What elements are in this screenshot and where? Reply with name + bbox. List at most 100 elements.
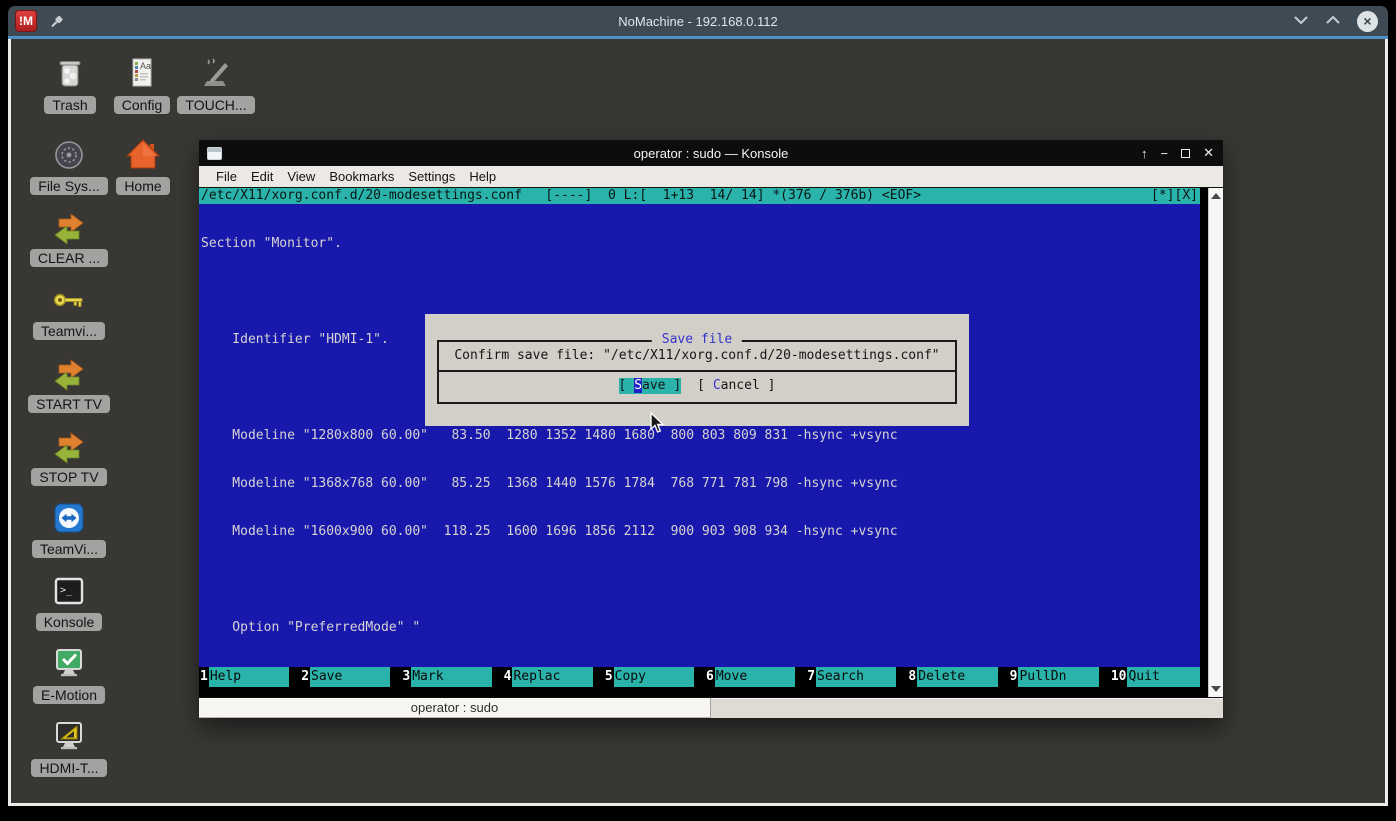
desktop-icon-label: TOUCH...: [177, 96, 254, 114]
desktop-icon-start-tv[interactable]: START TV: [27, 354, 111, 413]
desktop-icon-touch[interactable]: TOUCH...: [174, 55, 258, 114]
touch-calibration-icon: [197, 55, 235, 93]
menu-help[interactable]: Help: [462, 168, 503, 185]
desktop-icon-label: CLEAR ...: [30, 249, 108, 267]
svg-text:>_: >_: [60, 585, 73, 596]
nomachine-window: !M NoMachine - 192.168.0.112 ×: [8, 6, 1388, 806]
function-key-bar: 1Help 2Save 3Mark 4Replac 5Copy 6Move 7S…: [199, 667, 1200, 687]
script-arrows-icon: [50, 208, 88, 246]
desktop-icon-label: Konsole: [36, 613, 103, 631]
desktop-icon-home[interactable]: Home: [101, 136, 185, 195]
desktop-icon-label: TeamVi...: [32, 540, 106, 558]
svg-text:Aa: Aa: [140, 61, 151, 71]
key-icon: [50, 281, 88, 319]
save-hotkey: S: [634, 378, 642, 393]
desktop-icon-teamviewer-key[interactable]: Teamvi...: [27, 281, 111, 340]
terminal-scrollbar[interactable]: [1208, 188, 1223, 697]
editor-line: Modeline "1280x800 60.00" 83.50 1280 135…: [201, 428, 1200, 444]
scroll-down-icon[interactable]: [1211, 686, 1221, 692]
fkey-delete[interactable]: 8Delete: [907, 667, 997, 687]
minimize-icon[interactable]: −: [1161, 146, 1169, 161]
close-icon[interactable]: ✕: [1203, 145, 1214, 161]
desktop-icon-konsole[interactable]: >_ Konsole: [27, 572, 111, 631]
desktop-icon-label: HDMI-T...: [31, 759, 106, 777]
desktop-icon-label: File Sys...: [30, 177, 107, 195]
script-arrows-icon: [50, 354, 88, 392]
desktop-icon-label: Teamvi...: [33, 322, 105, 340]
chevron-up-icon[interactable]: [1325, 12, 1341, 30]
maximize-icon[interactable]: [1181, 149, 1190, 158]
nomachine-close-button[interactable]: ×: [1357, 11, 1378, 32]
home-icon: [124, 136, 162, 174]
menu-file[interactable]: File: [209, 168, 244, 185]
scroll-up-icon[interactable]: [1211, 193, 1221, 199]
fkey-quit[interactable]: 10Quit: [1110, 667, 1200, 687]
desktop-icon-stop-tv[interactable]: STOP TV: [27, 427, 111, 486]
editor-text[interactable]: Section "Monitor". Identifier "HDMI-1". …: [199, 204, 1200, 667]
editor-line: Option "PreferredMode" ": [201, 620, 1200, 636]
desktop-icon-filesystem[interactable]: File Sys...: [27, 136, 111, 195]
fkey-help[interactable]: 1Help: [199, 667, 289, 687]
desktop-icon-label: STOP TV: [31, 468, 106, 486]
trash-icon: [51, 55, 89, 93]
nomachine-title: NoMachine - 192.168.0.112: [8, 14, 1388, 29]
tab-operator-sudo[interactable]: operator : sudo: [199, 698, 711, 718]
editor-line: [201, 284, 1200, 300]
terminal-area: /etc/X11/xorg.conf.d/20-modesettings.con…: [199, 188, 1223, 697]
editor-window-buttons[interactable]: [*][X]: [1151, 188, 1198, 204]
desktop-icon-hdmi-touch[interactable]: HDMI-T...: [27, 718, 111, 777]
fkey-copy[interactable]: 5Copy: [604, 667, 694, 687]
save-button[interactable]: [ Save ]: [619, 378, 682, 394]
file-system-icon: [50, 136, 88, 174]
editor-line: Modeline "1600x900 60.00" 118.25 1600 16…: [201, 524, 1200, 540]
editor-line: [201, 572, 1200, 588]
fkey-search[interactable]: 7Search: [806, 667, 896, 687]
save-file-dialog: Save file Confirm save file: "/etc/X11/x…: [425, 314, 969, 426]
desktop-icon-clear[interactable]: CLEAR ...: [27, 208, 111, 267]
desktop-icon-e-motion[interactable]: E-Motion: [27, 645, 111, 704]
menu-edit[interactable]: Edit: [244, 168, 280, 185]
pin-icon[interactable]: [49, 14, 64, 29]
desktop-icon-config[interactable]: Aa Config: [100, 55, 184, 114]
mcedit-editor[interactable]: /etc/X11/xorg.conf.d/20-modesettings.con…: [199, 188, 1200, 697]
fkey-mark[interactable]: 3Mark: [401, 667, 491, 687]
konsole-tabbar: operator : sudo: [199, 697, 1223, 718]
menu-settings[interactable]: Settings: [401, 168, 462, 185]
desktop-icon-label: START TV: [28, 395, 110, 413]
desktop-icon-label: Trash: [44, 96, 95, 114]
desktop-icon-teamviewer[interactable]: TeamVi...: [27, 499, 111, 558]
editor-line: Modeline "1368x768 60.00" 85.25 1368 144…: [201, 476, 1200, 492]
tabbar-empty-area[interactable]: [711, 698, 1223, 718]
dialog-title: Save file: [652, 332, 742, 348]
konsole-icon: >_: [50, 572, 88, 610]
monitor-check-icon: [50, 645, 88, 683]
fkey-pulldn[interactable]: 9PullDn: [1009, 667, 1099, 687]
fkey-save[interactable]: 2Save: [300, 667, 390, 687]
mouse-cursor: [649, 412, 665, 439]
desktop-icon-label: Config: [114, 96, 170, 114]
desktop-icon-label: E-Motion: [33, 686, 105, 704]
konsole-menubar: File Edit View Bookmarks Settings Help: [199, 166, 1223, 188]
script-arrows-icon: [50, 427, 88, 465]
nomachine-logo-icon[interactable]: !M: [15, 10, 37, 32]
menu-view[interactable]: View: [280, 168, 322, 185]
editor-file-status: /etc/X11/xorg.conf.d/20-modesettings.con…: [201, 188, 921, 204]
teamviewer-icon: [50, 499, 88, 537]
cancel-hotkey: C: [713, 378, 721, 393]
desktop[interactable]: Trash Aa Config: [8, 39, 1388, 806]
editor-status-bar: /etc/X11/xorg.conf.d/20-modesettings.con…: [199, 188, 1200, 204]
keep-above-icon[interactable]: ↑: [1141, 146, 1148, 161]
monitor-triangle-icon: [50, 718, 88, 756]
fkey-replace[interactable]: 4Replac: [503, 667, 593, 687]
menu-bookmarks[interactable]: Bookmarks: [322, 168, 401, 185]
konsole-window: operator : sudo — Konsole ↑ − ✕ File Edi…: [199, 140, 1223, 718]
cancel-button[interactable]: [ Cancel ]: [697, 378, 775, 394]
desktop-icon-label: Home: [116, 177, 169, 195]
editor-line: Section "Monitor".: [201, 236, 1200, 252]
config-file-icon: Aa: [123, 55, 161, 93]
chevron-down-icon[interactable]: [1293, 12, 1309, 30]
fkey-move[interactable]: 6Move: [705, 667, 795, 687]
nomachine-titlebar[interactable]: !M NoMachine - 192.168.0.112 ×: [8, 6, 1388, 36]
konsole-titlebar[interactable]: operator : sudo — Konsole ↑ − ✕: [199, 140, 1223, 166]
window-icon: [207, 147, 222, 160]
